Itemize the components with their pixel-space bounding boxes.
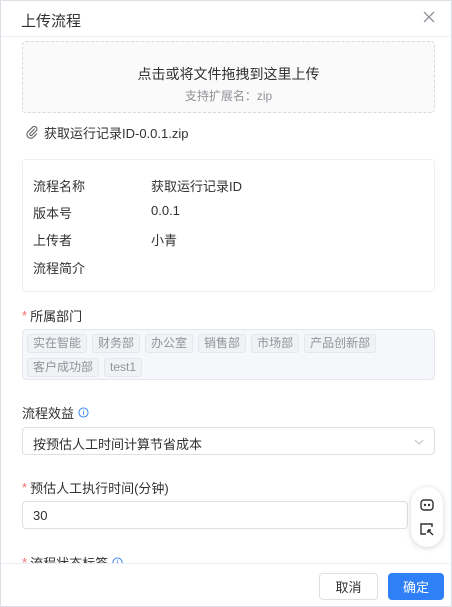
benefit-select[interactable]: 按预估人工时间计算节省成本 <box>22 427 435 455</box>
department-tag: 销售部 <box>198 334 247 353</box>
time-label: * 预估人工执行时间(分钟) <box>22 478 169 497</box>
feedback-icon[interactable] <box>419 521 435 537</box>
time-input[interactable]: 30 <box>22 501 408 529</box>
benefit-label: 流程效益 <box>22 403 89 422</box>
status-tag-label-text: 流程状态标签 <box>30 553 108 563</box>
info-value: 获取运行记录ID <box>151 179 243 194</box>
department-tag: 实在智能 <box>27 334 88 353</box>
department-tags: 实在智能 财务部 办公室 销售部 市场部 产品创新部 客户成功部 test1 <box>27 334 432 377</box>
close-icon[interactable] <box>421 9 437 25</box>
confirm-button[interactable]: 确定 <box>388 573 444 600</box>
upload-dropzone[interactable]: 点击或将文件拖拽到这里上传 支持扩展名：zip <box>22 41 435 113</box>
info-key: 上传者 <box>33 233 73 248</box>
department-select[interactable]: 实在智能 财务部 办公室 销售部 市场部 产品创新部 客户成功部 test1 <box>22 329 435 380</box>
department-tag: test1 <box>104 358 143 377</box>
department-label-text: 所属部门 <box>30 309 83 324</box>
paperclip-icon <box>26 125 38 139</box>
dialog-title: 上传流程 <box>21 13 82 30</box>
flow-info-panel: 流程名称 获取运行记录ID 版本号 0.0.1 上传者 小青 流程简介 <box>22 159 435 292</box>
dialog-header: 上传流程 <box>1 1 451 37</box>
upload-main-text: 点击或将文件拖拽到这里上传 <box>137 66 320 82</box>
upload-flow-dialog: 上传流程 点击或将文件拖拽到这里上传 支持扩展名：zip 获取运行记录ID-0.… <box>0 0 452 607</box>
time-input-value: 30 <box>33 508 48 523</box>
info-key: 流程简介 <box>33 261 86 276</box>
dialog-footer: 取消 确定 <box>1 563 451 606</box>
robot-icon[interactable] <box>419 497 435 513</box>
department-tag: 财务部 <box>92 334 141 353</box>
department-tag: 产品创新部 <box>304 334 377 353</box>
floating-toolbar <box>411 487 443 547</box>
department-tag: 客户成功部 <box>27 358 100 377</box>
benefit-label-text: 流程效益 <box>22 406 75 421</box>
file-name: 获取运行记录ID-0.0.1.zip <box>44 125 189 141</box>
required-mark: * <box>22 480 28 495</box>
status-tag-label: * 流程状态标签 <box>22 553 123 563</box>
chevron-down-icon <box>414 439 424 445</box>
info-key: 版本号 <box>33 206 73 221</box>
info-circle-icon[interactable] <box>78 407 89 418</box>
required-mark: * <box>22 555 28 563</box>
time-label-text: 预估人工执行时间(分钟) <box>30 481 169 496</box>
info-value: 小青 <box>151 233 178 248</box>
department-tag: 市场部 <box>251 334 300 353</box>
upload-tip-text: 支持扩展名：zip <box>184 89 273 103</box>
department-label: * 所属部门 <box>22 306 82 325</box>
benefit-selected-value: 按预估人工时间计算节省成本 <box>33 437 203 452</box>
dialog-body: 点击或将文件拖拽到这里上传 支持扩展名：zip 获取运行记录ID-0.0.1.z… <box>1 38 451 563</box>
department-tag: 办公室 <box>145 334 194 353</box>
uploaded-file[interactable]: 获取运行记录ID-0.0.1.zip <box>26 123 188 141</box>
info-key: 流程名称 <box>33 179 86 194</box>
cancel-button[interactable]: 取消 <box>319 573 378 600</box>
info-value: 0.0.1 <box>151 203 180 218</box>
required-mark: * <box>22 308 28 323</box>
